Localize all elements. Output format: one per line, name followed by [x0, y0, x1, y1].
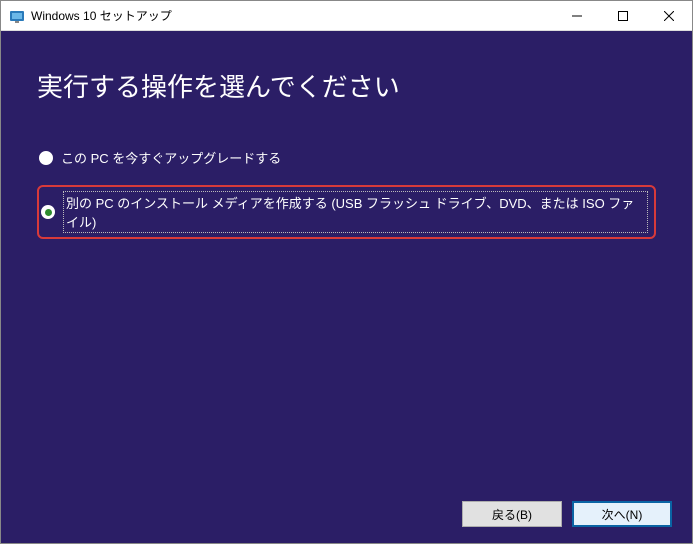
window-title: Windows 10 セットアップ [31, 7, 554, 24]
radio-option-media[interactable]: 別の PC のインストール メディアを作成する (USB フラッシュ ドライブ、… [37, 185, 656, 239]
action-radio-group: この PC を今すぐアップグレードする 別の PC のインストール メディアを作… [37, 144, 656, 239]
window-controls [554, 1, 692, 30]
radio-label-upgrade: この PC を今すぐアップグレードする [61, 148, 281, 167]
footer: 戻る(B) 次へ(N) [1, 485, 692, 543]
back-button[interactable]: 戻る(B) [462, 501, 562, 527]
titlebar: Windows 10 セットアップ [1, 1, 692, 31]
radio-icon [39, 151, 53, 165]
content-area: 実行する操作を選んでください この PC を今すぐアップグレードする 別の PC… [1, 31, 692, 485]
radio-icon [41, 205, 55, 219]
radio-label-media: 別の PC のインストール メディアを作成する (USB フラッシュ ドライブ、… [63, 191, 648, 233]
setup-window: Windows 10 セットアップ 実行する操作を選んでください この PC を… [0, 0, 693, 544]
radio-option-upgrade[interactable]: この PC を今すぐアップグレードする [37, 144, 656, 171]
app-icon [9, 8, 25, 24]
minimize-button[interactable] [554, 1, 600, 30]
page-heading: 実行する操作を選んでください [37, 67, 656, 104]
maximize-button[interactable] [600, 1, 646, 30]
next-button[interactable]: 次へ(N) [572, 501, 672, 527]
close-button[interactable] [646, 1, 692, 30]
